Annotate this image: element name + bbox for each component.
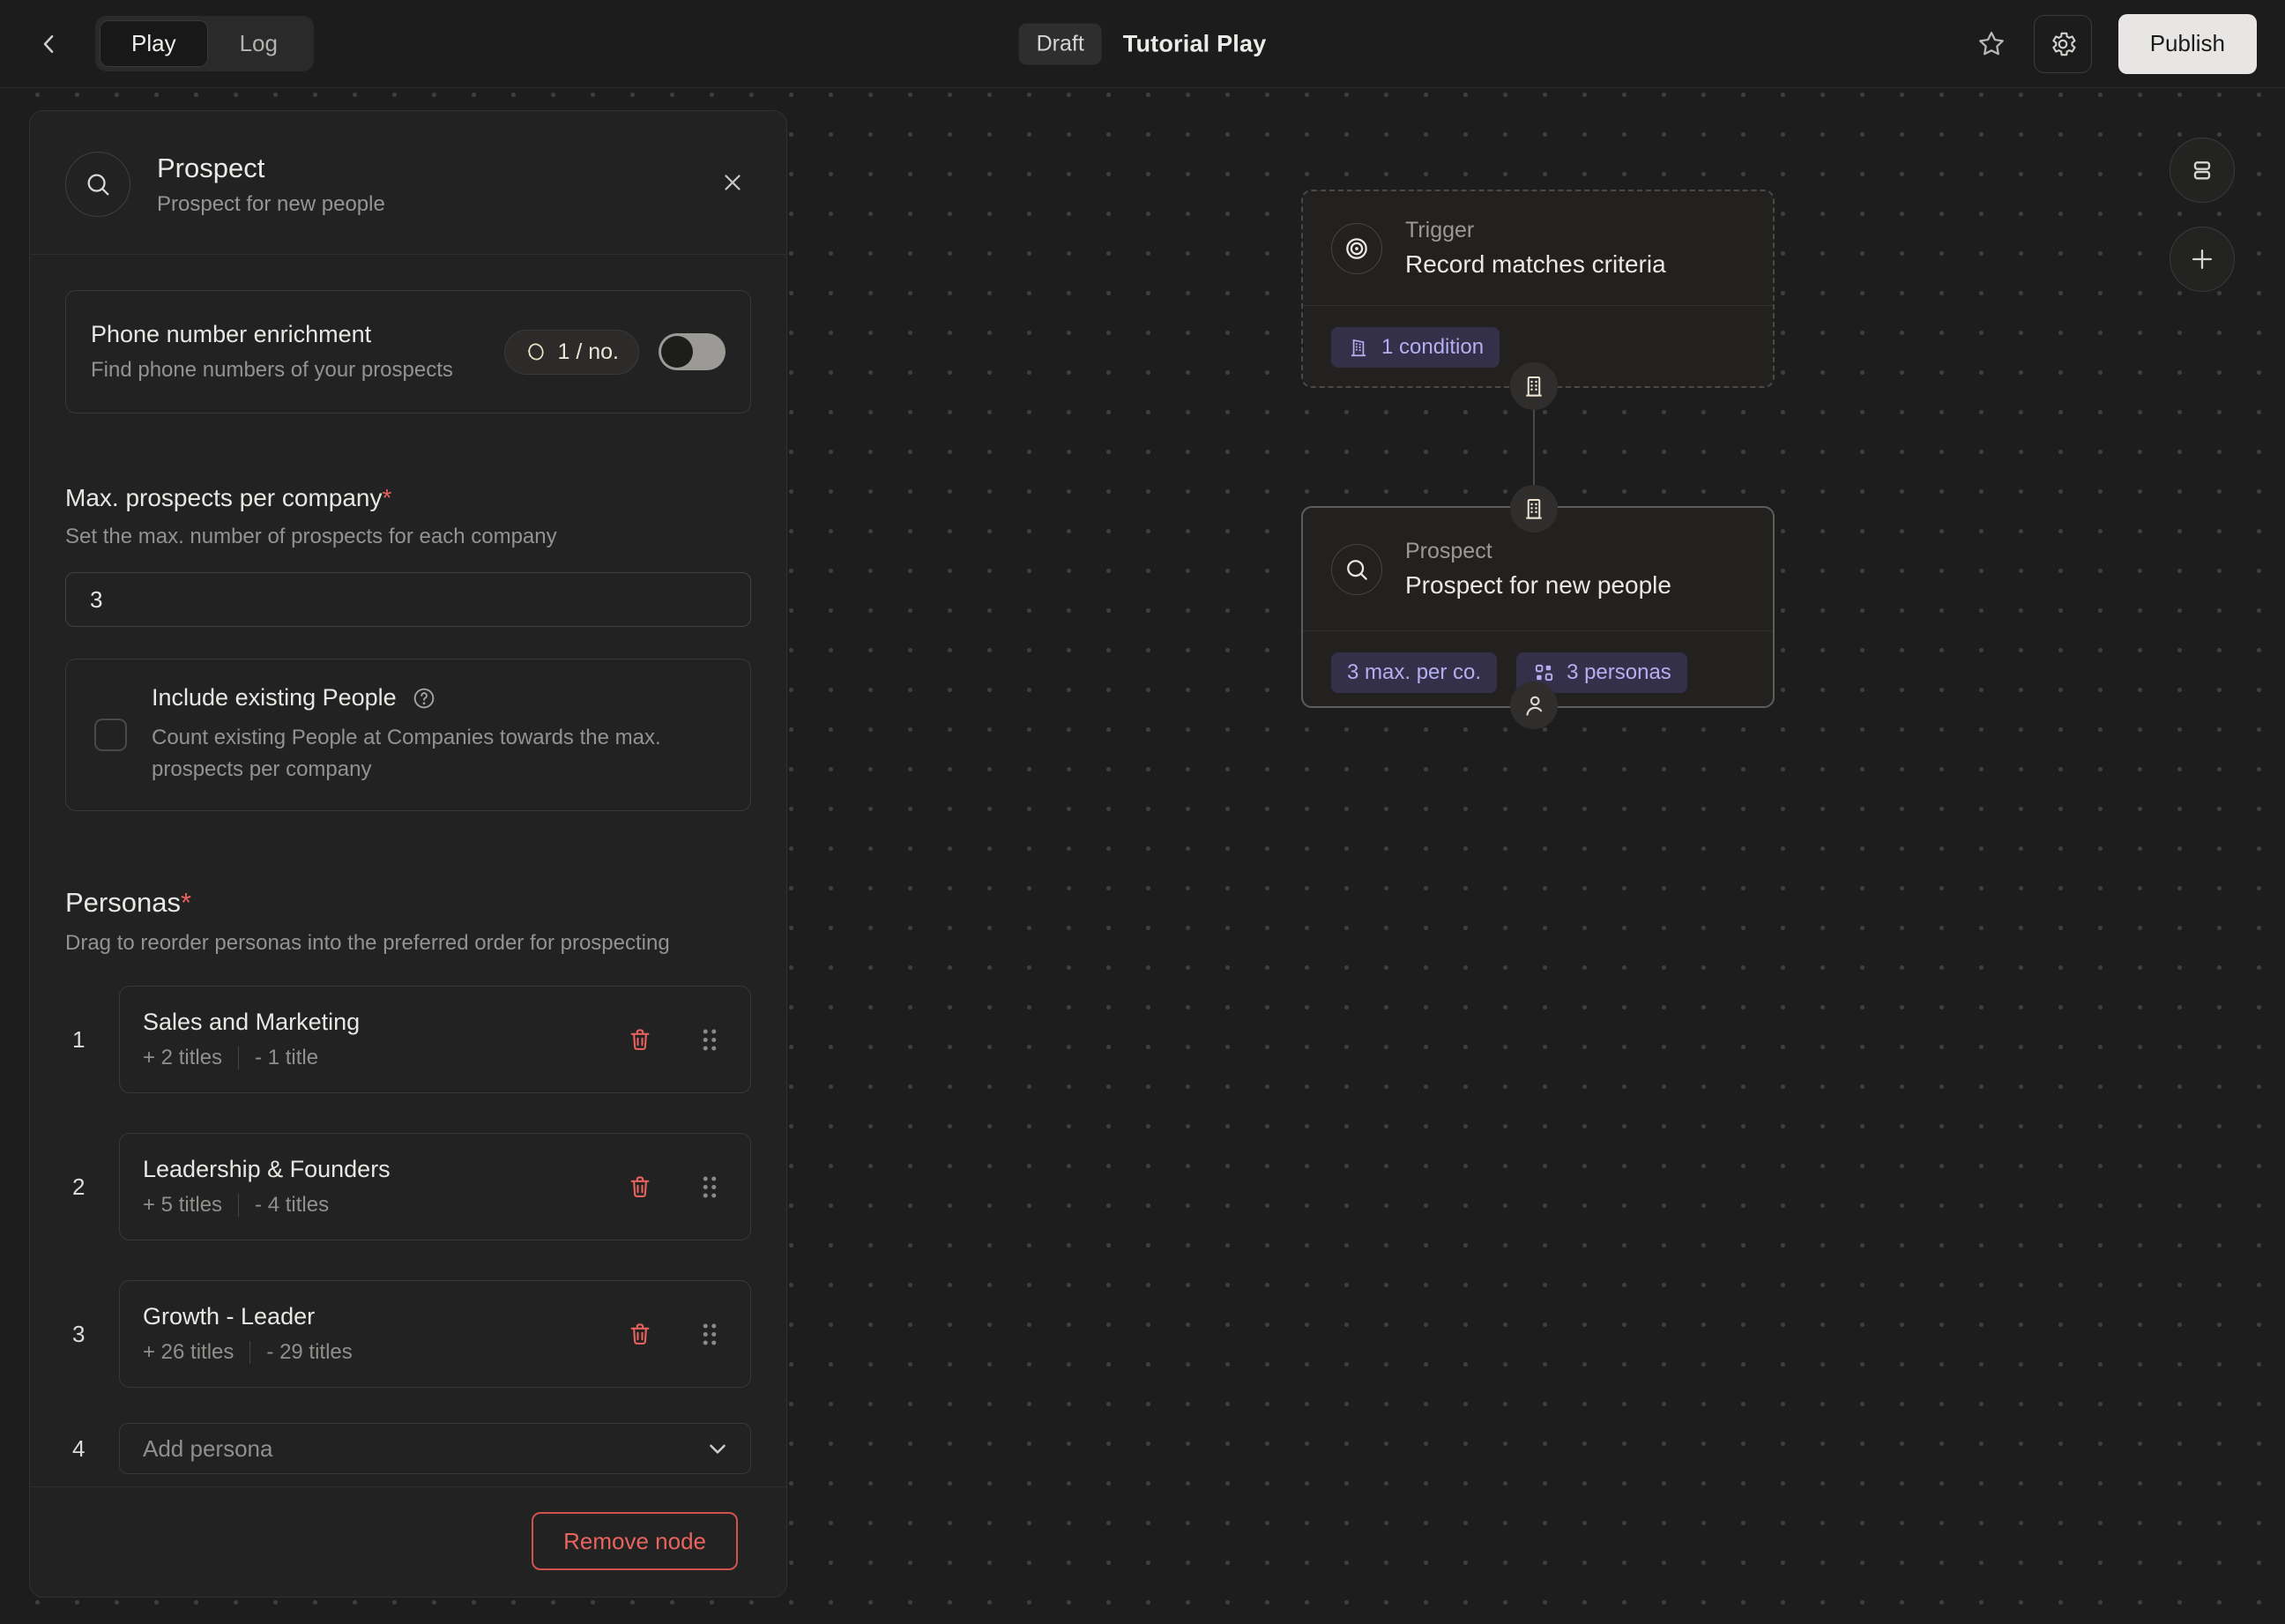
help-icon[interactable] [411,685,437,711]
personas-label: Personas* [65,887,192,918]
credit-cost-label: 1 / no. [557,339,620,364]
add-persona-select[interactable]: Add persona [119,1423,751,1474]
persona-order-number: 1 [72,1025,86,1053]
trigger-node-type: Trigger [1405,218,1475,242]
favorite-button[interactable] [1976,28,2007,60]
play-log-tabs: Play Log [95,16,314,71]
tab-play[interactable]: Play [100,20,208,67]
persona-card[interactable]: Sales and Marketing + 2 titles - 1 title [119,986,751,1093]
personas-list: 1 Sales and Marketing + 2 titles - 1 tit… [65,986,751,1474]
max-prospects-input[interactable] [65,572,751,627]
search-icon [1331,543,1382,595]
persona-name: Leadership & Founders [143,1156,391,1182]
required-mark: * [180,887,192,918]
chevron-left-icon [36,31,63,57]
personas-description: Drag to reorder personas into the prefer… [65,931,670,955]
drag-handle-icon[interactable] [696,1317,724,1352]
max-per-company-badge[interactable]: 3 max. per co. [1331,652,1498,693]
person-connector-icon[interactable] [1510,682,1558,729]
persona-row: 2 Leadership & Founders + 5 titles - 4 t… [65,1133,751,1240]
phone-enrichment-description: Find phone numbers of your prospects [91,358,453,382]
rows-icon [2188,156,2216,184]
condition-badge[interactable]: 1 condition [1331,327,1500,368]
condition-badge-label: 1 condition [1381,335,1485,359]
phone-enrichment-toggle[interactable] [659,333,726,370]
layout-view-button[interactable] [2170,138,2235,203]
divider [238,1194,240,1217]
prospect-node-type: Prospect [1405,539,1492,563]
plus-icon [2187,244,2217,274]
page-title: Tutorial Play [1122,30,1267,56]
persona-added-titles: + 5 titles [143,1193,223,1217]
divider [249,1341,251,1364]
close-panel-button[interactable] [712,162,753,203]
tab-log[interactable]: Log [208,20,309,67]
include-existing-label: Include existing People [152,684,397,711]
coin-icon [525,340,547,363]
delete-persona-button[interactable] [621,1168,659,1205]
max-per-company-badge-label: 3 max. per co. [1347,660,1482,684]
topbar: Play Log Draft Tutorial Play Publish [0,0,2285,88]
phone-enrichment-card: Phone number enrichment Find phone numbe… [65,290,751,413]
chevron-down-icon [704,1435,731,1462]
building-icon [1347,336,1370,359]
drag-handle-icon[interactable] [696,1170,724,1204]
publish-button[interactable]: Publish [2118,13,2257,74]
prospect-node-title: Prospect for new people [1405,571,1671,599]
add-persona-placeholder: Add persona [143,1434,273,1462]
company-connector-icon[interactable] [1510,485,1558,533]
include-existing-checkbox[interactable] [94,719,127,751]
add-node-button[interactable] [2170,227,2235,292]
persona-added-titles: + 2 titles [143,1046,223,1069]
persona-added-titles: + 26 titles [143,1340,234,1364]
prospect-config-panel: Prospect Prospect for new people Phone n… [29,110,787,1598]
panel-title: Prospect [157,152,265,183]
settings-button[interactable] [2033,14,2092,73]
gear-icon [2048,29,2078,59]
company-connector-icon[interactable] [1510,362,1558,410]
star-icon [1976,28,2007,60]
include-existing-description: Count existing People at Companies towar… [152,726,661,781]
persona-removed-titles: - 1 title [255,1046,319,1069]
persona-name: Growth - Leader [143,1303,316,1330]
prospect-node[interactable]: Prospect Prospect for new people 3 max. … [1301,506,1775,708]
toggle-knob [661,336,693,368]
max-prospects-description: Set the max. number of prospects for eac… [65,525,557,548]
target-icon [1331,222,1382,274]
persona-order-number: 2 [72,1173,86,1200]
required-mark: * [382,484,392,511]
persona-order-number: 4 [72,1434,86,1462]
persona-row: 3 Growth - Leader + 26 titles - 29 title… [65,1280,751,1388]
include-existing-card: Include existing People Count existing P… [65,659,751,811]
panel-subtitle: Prospect for new people [157,191,385,216]
persona-row: 1 Sales and Marketing + 2 titles - 1 tit… [65,986,751,1093]
max-prospects-label: Max. prospects per company* [65,484,392,511]
credit-cost-badge: 1 / no. [503,329,639,375]
trigger-node-title: Record matches criteria [1405,250,1666,278]
persona-name: Sales and Marketing [143,1009,361,1035]
personas-badge-label: 3 personas [1567,660,1671,684]
divider [238,1047,240,1069]
trigger-node[interactable]: Trigger Record matches criteria 1 condit… [1301,190,1775,388]
persona-card[interactable]: Growth - Leader + 26 titles - 29 titles [119,1280,751,1388]
search-icon [65,152,130,217]
phone-enrichment-title: Phone number enrichment [91,321,372,347]
close-icon [719,169,746,196]
delete-persona-button[interactable] [621,1021,659,1058]
delete-persona-button[interactable] [621,1315,659,1352]
persona-card[interactable]: Leadership & Founders + 5 titles - 4 tit… [119,1133,751,1240]
remove-node-button[interactable]: Remove node [532,1512,738,1570]
trigger-node-header: Trigger Record matches criteria [1303,191,1773,306]
persona-order-number: 3 [72,1320,86,1347]
persona-removed-titles: - 29 titles [266,1340,353,1364]
drag-handle-icon[interactable] [696,1023,724,1057]
status-badge: Draft [1018,23,1102,64]
back-button[interactable] [28,23,71,65]
persona-removed-titles: - 4 titles [255,1193,330,1217]
add-persona-row: 4 Add persona [65,1423,751,1474]
